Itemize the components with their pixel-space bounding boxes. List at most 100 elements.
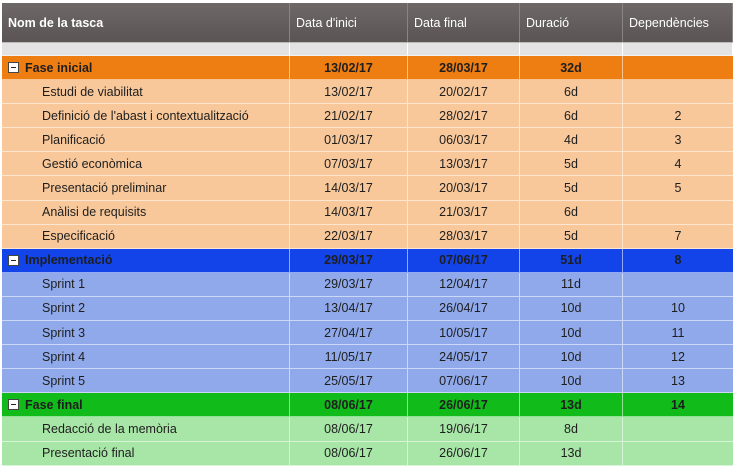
duration-cell: 51d	[520, 248, 623, 272]
dependencies-cell	[623, 80, 733, 103]
task-row[interactable]: Presentació final 08/06/17 26/06/17 13d	[2, 441, 733, 466]
phase-row[interactable]: Implementació 29/03/17 07/06/17 51d 8	[2, 248, 733, 273]
end-date-cell: 10/05/17	[408, 321, 520, 345]
duration-cell: 5d	[520, 176, 623, 200]
start-date-cell: 08/06/17	[290, 417, 408, 441]
start-date-cell: 13/02/17	[290, 56, 408, 80]
column-header-start-date[interactable]: Data d'inici	[290, 3, 408, 42]
start-date-cell: 21/02/17	[290, 104, 408, 128]
duration-cell: 6d	[520, 80, 623, 104]
task-row[interactable]: Definició de l'abast i contextualització…	[2, 104, 733, 129]
end-date-cell: 19/06/17	[408, 417, 520, 441]
gantt-task-table: Nom de la tasca Data d'inici Data final …	[2, 3, 733, 466]
empty-cell	[623, 43, 733, 55]
end-date-cell: 26/06/17	[408, 393, 520, 417]
collapse-icon[interactable]	[8, 254, 19, 266]
start-date-cell: 25/05/17	[290, 369, 408, 393]
phase-row[interactable]: Fase inicial 13/02/17 28/03/17 32d	[2, 56, 733, 81]
task-row[interactable]: Sprint 3 27/04/17 10/05/17 10d 11	[2, 321, 733, 346]
duration-cell: 11d	[520, 272, 623, 296]
task-row[interactable]: Gestió econòmica 07/03/17 13/03/17 5d 4	[2, 152, 733, 177]
end-date-cell: 20/02/17	[408, 80, 520, 104]
duration-cell: 10d	[520, 369, 623, 393]
task-name-cell: Definició de l'abast i contextualització	[2, 104, 290, 128]
task-row[interactable]: Redacció de la memòria 08/06/17 19/06/17 8d	[2, 417, 733, 442]
task-name-cell: Presentació preliminar	[2, 176, 290, 200]
phase-name-cell: Fase inicial	[2, 56, 290, 80]
start-date-cell: 29/03/17	[290, 248, 408, 272]
dependencies-cell: 2	[674, 108, 682, 123]
duration-cell: 5d	[520, 152, 623, 176]
task-name-cell: Sprint 1	[2, 272, 290, 296]
duration-cell: 10d	[520, 345, 623, 369]
task-name-cell: Planificació	[2, 128, 290, 152]
task-row[interactable]: Sprint 5 25/05/17 07/06/17 10d 13	[2, 369, 733, 394]
task-name-cell: Sprint 5	[2, 369, 290, 393]
duration-cell: 6d	[520, 200, 623, 224]
collapse-icon[interactable]	[8, 62, 19, 74]
dependencies-cell	[623, 442, 733, 465]
start-date-cell: 08/06/17	[290, 441, 408, 465]
phase-row[interactable]: Fase final 08/06/17 26/06/17 13d 14	[2, 393, 733, 418]
task-row[interactable]: Presentació preliminar 14/03/17 20/03/17 5d…	[2, 176, 733, 201]
empty-cell	[2, 43, 290, 55]
task-row[interactable]: Sprint 2 13/04/17 26/04/17 10d 10	[2, 296, 733, 322]
end-date-cell: 28/02/17	[408, 104, 520, 128]
dependencies-cell: 3	[674, 132, 682, 147]
end-date-cell: 24/05/17	[408, 345, 520, 369]
dependencies-cell: 14	[671, 397, 685, 412]
dependencies-cell: 10	[671, 301, 685, 316]
task-name-cell: Sprint 2	[2, 296, 290, 321]
phase-name: Fase final	[25, 397, 83, 412]
end-date-cell: 28/03/17	[408, 224, 520, 248]
phase-name-cell: Fase final	[2, 393, 290, 417]
end-date-cell: 06/03/17	[408, 128, 520, 152]
dependencies-cell: 5	[674, 181, 682, 196]
end-date-cell: 21/03/17	[408, 200, 520, 224]
column-header-task-name[interactable]: Nom de la tasca	[2, 3, 290, 42]
end-date-cell: 26/06/17	[408, 441, 520, 465]
duration-cell: 4d	[520, 128, 623, 152]
empty-cell	[520, 43, 623, 55]
start-date-cell: 08/06/17	[290, 393, 408, 417]
phase-name: Implementació	[25, 253, 113, 268]
task-row[interactable]: Planificació 01/03/17 06/03/17 4d 3	[2, 128, 733, 153]
task-name-cell: Gestió econòmica	[2, 152, 290, 176]
start-date-cell: 22/03/17	[290, 224, 408, 248]
task-name-cell: Redacció de la memòria	[2, 417, 290, 441]
task-row[interactable]: Estudi de viabilitat 13/02/17 20/02/17 6d	[2, 80, 733, 105]
table-header: Nom de la tasca Data d'inici Data final …	[2, 3, 733, 43]
start-date-cell: 29/03/17	[290, 272, 408, 296]
duration-cell: 5d	[520, 224, 623, 248]
task-name-cell: Especificació	[2, 224, 290, 248]
column-header-dependencies[interactable]: Dependències	[623, 3, 733, 42]
dependencies-cell: 11	[671, 325, 685, 340]
duration-cell: 13d	[520, 441, 623, 465]
duration-cell: 13d	[520, 393, 623, 417]
end-date-cell: 07/06/17	[408, 369, 520, 393]
dependencies-cell: 7	[674, 229, 682, 244]
task-row[interactable]: Sprint 1 29/03/17 12/04/17 11d	[2, 272, 733, 297]
task-name-cell: Sprint 3	[2, 321, 290, 345]
start-date-cell: 01/03/17	[290, 128, 408, 152]
collapse-icon[interactable]	[8, 399, 19, 411]
dependencies-cell	[623, 417, 733, 440]
task-row[interactable]: Especificació 22/03/17 28/03/17 5d 7	[2, 224, 733, 249]
task-row[interactable]: Sprint 4 11/05/17 24/05/17 10d 12	[2, 345, 733, 370]
dependencies-cell: 4	[674, 156, 682, 171]
dependencies-cell	[623, 56, 733, 79]
end-date-cell: 13/03/17	[408, 152, 520, 176]
column-header-duration[interactable]: Duració	[520, 3, 623, 42]
column-header-end-date[interactable]: Data final	[408, 3, 520, 42]
task-name-cell: Estudi de viabilitat	[2, 80, 290, 104]
duration-cell: 32d	[520, 56, 623, 80]
end-date-cell: 07/06/17	[408, 248, 520, 272]
dependencies-cell: 13	[671, 373, 685, 388]
start-date-cell: 14/03/17	[290, 176, 408, 200]
duration-cell: 10d	[520, 296, 623, 321]
dependencies-cell	[623, 273, 733, 296]
task-row[interactable]: Anàlisi de requisits 14/03/17 21/03/17 6d	[2, 200, 733, 225]
start-date-cell: 13/02/17	[290, 80, 408, 104]
task-name-cell: Sprint 4	[2, 345, 290, 369]
dependencies-cell: 8	[674, 253, 682, 268]
